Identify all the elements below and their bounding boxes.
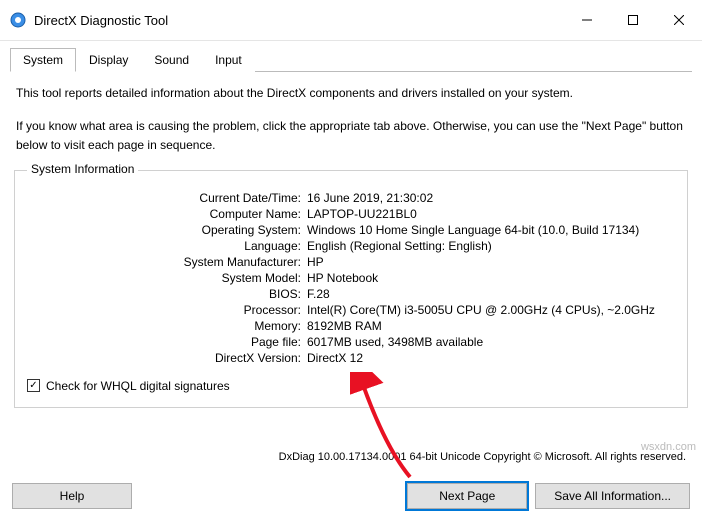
next-page-button[interactable]: Next Page xyxy=(407,483,527,509)
manufacturer-label: System Manufacturer: xyxy=(27,255,307,269)
os-value: Windows 10 Home Single Language 64-bit (… xyxy=(307,223,675,237)
model-label: System Model: xyxy=(27,271,307,285)
system-information-group: System Information Current Date/Time: 16… xyxy=(14,170,688,408)
save-all-button[interactable]: Save All Information... xyxy=(535,483,690,509)
whql-checkbox-row[interactable]: ✓ Check for WHQL digital signatures xyxy=(27,379,675,393)
app-icon xyxy=(10,12,26,28)
description: This tool reports detailed information a… xyxy=(10,72,692,156)
bios-label: BIOS: xyxy=(27,287,307,301)
checkmark-icon: ✓ xyxy=(27,379,40,392)
manufacturer-value: HP xyxy=(307,255,675,269)
window-title: DirectX Diagnostic Tool xyxy=(34,13,168,28)
close-button[interactable] xyxy=(656,6,702,34)
desc-line1: This tool reports detailed information a… xyxy=(16,84,686,103)
os-label: Operating System: xyxy=(27,223,307,237)
memory-label: Memory: xyxy=(27,319,307,333)
pagefile-value: 6017MB used, 3498MB available xyxy=(307,335,675,349)
tab-sound[interactable]: Sound xyxy=(141,48,202,72)
language-value: English (Regional Setting: English) xyxy=(307,239,675,253)
language-label: Language: xyxy=(27,239,307,253)
watermark: wsxdn.com xyxy=(641,441,696,453)
processor-value: Intel(R) Core(TM) i3-5005U CPU @ 2.00GHz… xyxy=(307,303,675,317)
computer-value: LAPTOP-UU221BL0 xyxy=(307,207,675,221)
tab-system[interactable]: System xyxy=(10,48,76,72)
memory-value: 8192MB RAM xyxy=(307,319,675,333)
directx-label: DirectX Version: xyxy=(27,351,307,365)
whql-label: Check for WHQL digital signatures xyxy=(46,379,230,393)
tab-input[interactable]: Input xyxy=(202,48,255,72)
button-row: Help Next Page Save All Information... xyxy=(0,483,702,509)
date-label: Current Date/Time: xyxy=(27,191,307,205)
bios-value: F.28 xyxy=(307,287,675,301)
help-button[interactable]: Help xyxy=(12,483,132,509)
status-line: DxDiag 10.00.17134.0001 64-bit Unicode C… xyxy=(279,445,696,469)
maximize-button[interactable] xyxy=(610,6,656,34)
desc-line2: If you know what area is causing the pro… xyxy=(16,117,686,155)
minimize-button[interactable] xyxy=(564,6,610,34)
model-value: HP Notebook xyxy=(307,271,675,285)
title-bar: DirectX Diagnostic Tool xyxy=(0,0,702,41)
tab-strip: System Display Sound Input xyxy=(10,47,692,72)
pagefile-label: Page file: xyxy=(27,335,307,349)
directx-value: DirectX 12 xyxy=(307,351,675,365)
date-value: 16 June 2019, 21:30:02 xyxy=(307,191,675,205)
group-title: System Information xyxy=(27,162,138,176)
tab-display[interactable]: Display xyxy=(76,48,141,72)
computer-label: Computer Name: xyxy=(27,207,307,221)
processor-label: Processor: xyxy=(27,303,307,317)
